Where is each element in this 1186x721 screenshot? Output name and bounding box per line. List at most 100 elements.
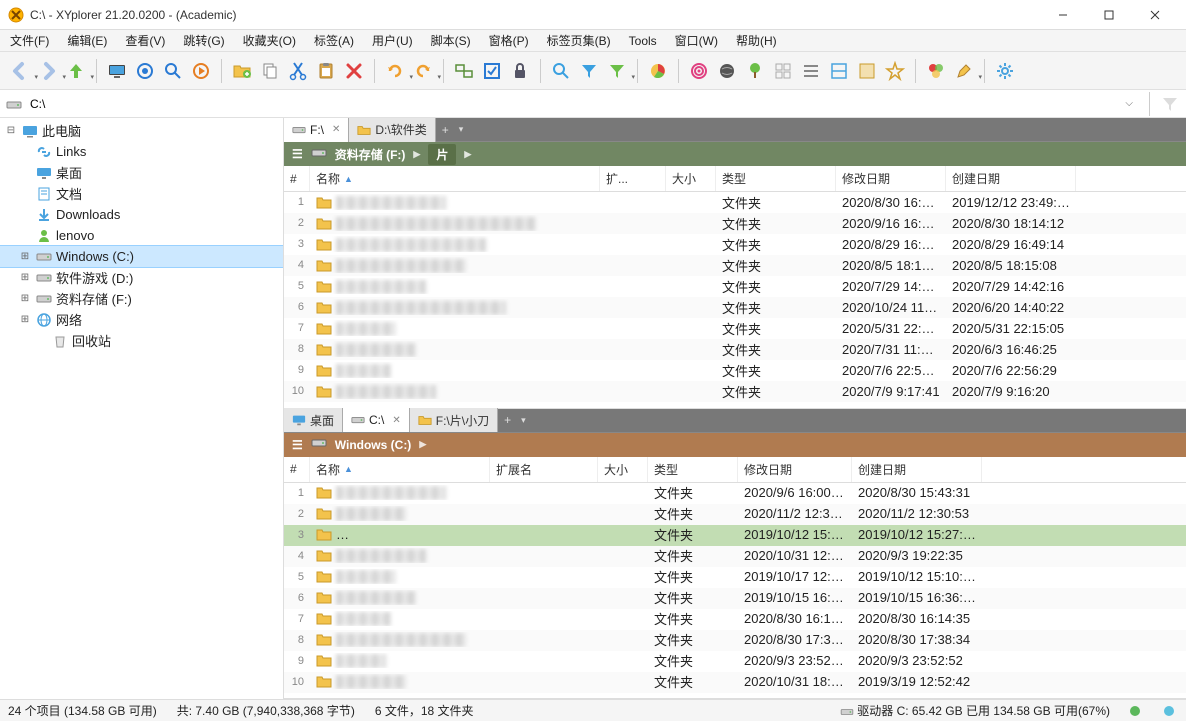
expander-icon[interactable]: ⊞ bbox=[18, 272, 32, 283]
list-item[interactable]: 1文件夹2020/9/6 16:00:162020/8/30 15:43:31 bbox=[284, 483, 1186, 504]
lock-icon[interactable] bbox=[508, 59, 532, 83]
paste-button[interactable] bbox=[314, 59, 338, 83]
copy-button[interactable] bbox=[258, 59, 282, 83]
pie-chart-icon[interactable] bbox=[646, 59, 670, 83]
tree-icon[interactable] bbox=[743, 59, 767, 83]
col-created[interactable]: 创建日期 bbox=[852, 457, 982, 482]
tree-item[interactable]: 桌面 bbox=[0, 162, 283, 183]
col-size[interactable]: 大小 bbox=[666, 166, 716, 191]
maximize-button[interactable] bbox=[1086, 0, 1132, 30]
tab-close-icon[interactable]: ✕ bbox=[332, 124, 340, 135]
col-ext[interactable]: 扩... bbox=[600, 166, 666, 191]
tab-dropdown[interactable]: ▾ bbox=[455, 124, 468, 135]
list-item[interactable]: 5文件夹2020/7/29 14:42:252020/7/29 14:42:16 bbox=[284, 276, 1186, 297]
menu-item[interactable]: 用户(U) bbox=[368, 30, 417, 51]
tree-item[interactable]: ⊞网络 bbox=[0, 309, 283, 330]
top-breadcrumb[interactable]: ☰ 资料存储 (F:) ▶ 片 ▶ bbox=[284, 142, 1186, 166]
expander-icon[interactable]: ⊟ bbox=[4, 125, 18, 136]
nav-back-button[interactable]: ▾ bbox=[8, 59, 32, 83]
list-item[interactable]: 3文件夹2020/8/29 16:49:142020/8/29 16:49:14 bbox=[284, 234, 1186, 255]
tree-item[interactable]: 文档 bbox=[0, 183, 283, 204]
details-view-icon[interactable] bbox=[799, 59, 823, 83]
nav-forward-button[interactable]: ▾ bbox=[36, 59, 60, 83]
menu-item[interactable]: 收藏夹(O) bbox=[239, 30, 300, 51]
col-name[interactable]: 名称▲ bbox=[310, 457, 490, 482]
list-item[interactable]: 3文件夹2019/10/12 15:27:402019/10/12 15:27:… bbox=[284, 525, 1186, 546]
list-item[interactable]: 10文件夹2020/7/9 9:17:412020/7/9 9:16:20 bbox=[284, 381, 1186, 402]
col-modified[interactable]: 修改日期 bbox=[836, 166, 946, 191]
address-filter-icon[interactable] bbox=[1160, 94, 1180, 114]
tree-item[interactable]: ⊞软件游戏 (D:) bbox=[0, 267, 283, 288]
filter-icon[interactable] bbox=[577, 59, 601, 83]
crumb-next[interactable]: 片 bbox=[428, 144, 456, 165]
folder-tree[interactable]: ⊟ 此电脑 Links桌面文档Downloadslenovo⊞Windows (… bbox=[0, 118, 284, 699]
address-input[interactable] bbox=[28, 95, 1113, 113]
split-view-icon[interactable] bbox=[827, 59, 851, 83]
list-item[interactable]: 1文件夹2020/8/30 16:01:112019/12/12 23:49:0… bbox=[284, 192, 1186, 213]
pane-tab[interactable]: 桌面 bbox=[284, 408, 343, 432]
spiral-icon[interactable] bbox=[687, 59, 711, 83]
list-item[interactable]: 4文件夹2020/10/31 12:20:252020/9/3 19:22:35 bbox=[284, 546, 1186, 567]
top-column-header[interactable]: # 名称▲ 扩... 大小 类型 修改日期 创建日期 bbox=[284, 166, 1186, 192]
expander-icon[interactable]: ⊞ bbox=[18, 251, 32, 262]
close-button[interactable] bbox=[1132, 0, 1178, 30]
hamburger-icon[interactable]: ☰ bbox=[292, 147, 303, 161]
pane-tab[interactable]: F:\片\小刀 bbox=[410, 408, 498, 432]
list-item[interactable]: 9文件夹2020/7/6 22:57:122020/7/6 22:56:29 bbox=[284, 360, 1186, 381]
menu-item[interactable]: 标签页集(B) bbox=[543, 30, 615, 51]
filter-color-icon[interactable]: ▾ bbox=[605, 59, 629, 83]
find-file-icon[interactable] bbox=[549, 59, 573, 83]
menu-item[interactable]: 标签(A) bbox=[310, 30, 358, 51]
col-type[interactable]: 类型 bbox=[716, 166, 836, 191]
tree-root[interactable]: ⊟ 此电脑 bbox=[0, 120, 283, 141]
tree-item[interactable]: Downloads bbox=[0, 204, 283, 225]
menu-item[interactable]: 查看(V) bbox=[121, 30, 169, 51]
list-item[interactable]: 7文件夹2020/5/31 22:15:052020/5/31 22:15:05 bbox=[284, 318, 1186, 339]
menu-item[interactable]: 跳转(G) bbox=[179, 30, 228, 51]
menu-item[interactable]: Tools bbox=[625, 32, 661, 50]
list-item[interactable]: 4文件夹2020/8/5 18:15:492020/8/5 18:15:08 bbox=[284, 255, 1186, 276]
col-number[interactable]: # bbox=[284, 166, 310, 191]
expander-icon[interactable]: ⊞ bbox=[18, 293, 32, 304]
col-type[interactable]: 类型 bbox=[648, 457, 738, 482]
nav-up-button[interactable]: ▾ bbox=[64, 59, 88, 83]
col-ext[interactable]: 扩展名 bbox=[490, 457, 598, 482]
list-item[interactable]: 2文件夹2020/11/2 12:30:532020/11/2 12:30:53 bbox=[284, 504, 1186, 525]
check-box-icon[interactable] bbox=[480, 59, 504, 83]
tab-dropdown[interactable]: ▾ bbox=[517, 415, 530, 426]
monitor-icon[interactable] bbox=[105, 59, 129, 83]
tree-item[interactable]: Links bbox=[0, 141, 283, 162]
chevron-right-icon[interactable]: ▶ bbox=[413, 149, 420, 160]
col-name[interactable]: 名称▲ bbox=[310, 166, 600, 191]
col-modified[interactable]: 修改日期 bbox=[738, 457, 852, 482]
chevron-right-icon[interactable]: ▶ bbox=[464, 149, 471, 160]
col-number[interactable]: # bbox=[284, 457, 310, 482]
tree-recycle[interactable]: 回收站 bbox=[0, 330, 283, 351]
menu-item[interactable]: 窗口(W) bbox=[671, 30, 722, 51]
color-palette-icon[interactable] bbox=[924, 59, 948, 83]
list-item[interactable]: 5文件夹2019/10/17 12:10:292019/10/12 15:10:… bbox=[284, 567, 1186, 588]
pane-tab[interactable]: F:\✕ bbox=[284, 118, 349, 142]
list-item[interactable]: 2文件夹2020/9/16 16:13:592020/8/30 18:14:12 bbox=[284, 213, 1186, 234]
col-size[interactable]: 大小 bbox=[598, 457, 648, 482]
target-play-icon[interactable] bbox=[189, 59, 213, 83]
hamburger-icon[interactable]: ☰ bbox=[292, 438, 303, 452]
star-icon[interactable] bbox=[883, 59, 907, 83]
globe-dark-icon[interactable] bbox=[715, 59, 739, 83]
list-item[interactable]: 10文件夹2020/10/31 18:59:502019/3/19 12:52:… bbox=[284, 672, 1186, 693]
redo-button[interactable]: ▾ bbox=[411, 59, 435, 83]
new-folder-button[interactable] bbox=[230, 59, 254, 83]
list-item[interactable]: 6文件夹2019/10/15 16:36:242019/10/15 16:36:… bbox=[284, 588, 1186, 609]
tab-close-icon[interactable]: ✕ bbox=[392, 415, 400, 426]
bottom-breadcrumb[interactable]: ☰ Windows (C:) ▶ bbox=[284, 433, 1186, 457]
list-item[interactable]: 8文件夹2020/8/30 17:38:342020/8/30 17:38:34 bbox=[284, 630, 1186, 651]
panel-icon[interactable] bbox=[855, 59, 879, 83]
tab-add-button[interactable]: + bbox=[436, 123, 455, 137]
brush-icon[interactable]: ▾ bbox=[952, 59, 976, 83]
tree-item[interactable]: ⊞资料存储 (F:) bbox=[0, 288, 283, 309]
list-item[interactable]: 9文件夹2020/9/3 23:52:522020/9/3 23:52:52 bbox=[284, 651, 1186, 672]
tree-item[interactable]: ⊞Windows (C:) bbox=[0, 246, 283, 267]
bottom-column-header[interactable]: # 名称▲ 扩展名 大小 类型 修改日期 创建日期 bbox=[284, 457, 1186, 483]
col-created[interactable]: 创建日期 bbox=[946, 166, 1076, 191]
menu-item[interactable]: 帮助(H) bbox=[732, 30, 781, 51]
